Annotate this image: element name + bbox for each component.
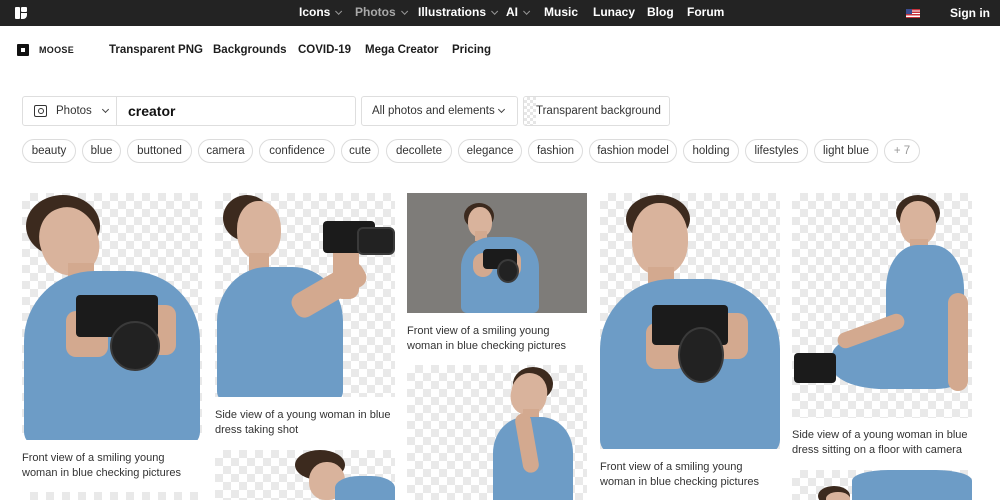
tag-chip[interactable]: cute	[341, 139, 379, 163]
tag-chip[interactable]: holding	[683, 139, 739, 163]
us-flag-icon[interactable]	[906, 9, 920, 18]
top-nav-blog[interactable]: Blog	[647, 5, 674, 19]
result-image[interactable]	[792, 470, 972, 500]
tag-chip[interactable]: elegance	[458, 139, 522, 163]
result-image[interactable]	[215, 450, 395, 500]
tag-chip[interactable]: fashion	[528, 139, 583, 163]
top-nav: Icons Photos Illustrations AI Music Luna…	[0, 0, 1000, 26]
transparent-background-toggle[interactable]: Transparent background	[523, 96, 670, 126]
top-nav-photos[interactable]: Photos	[355, 5, 408, 19]
top-nav-illustrations[interactable]: Illustrations	[418, 5, 499, 19]
chevron-down-icon	[523, 7, 531, 15]
subnav-covid-19[interactable]: COVID-19	[298, 44, 351, 56]
top-nav-icons[interactable]: Icons	[299, 5, 343, 19]
chevron-down-icon	[101, 105, 110, 114]
tag-chip[interactable]: blue	[82, 139, 121, 163]
result-caption: Side view of a young woman in blue dress…	[215, 409, 391, 436]
chevron-down-icon	[491, 7, 499, 15]
subnav-pricing[interactable]: Pricing	[452, 44, 491, 56]
top-nav-label: Icons	[299, 5, 331, 19]
result-image[interactable]	[22, 492, 202, 500]
chevron-down-icon	[497, 105, 506, 114]
result-image[interactable]	[407, 193, 587, 313]
top-nav-ai[interactable]: AI	[506, 5, 531, 19]
more-tags-button[interactable]: + 7	[884, 139, 920, 163]
result-caption: Front view of a smiling young woman in b…	[22, 452, 181, 479]
search-input[interactable]	[128, 101, 348, 121]
filter-dropdown[interactable]: All photos and elements	[361, 96, 518, 126]
top-nav-label: Photos	[355, 5, 396, 19]
tag-chip[interactable]: fashion model	[589, 139, 677, 163]
result-caption: Side view of a young woman in blue dress…	[792, 429, 968, 456]
top-bar: Icons Photos Illustrations AI Music Luna…	[0, 0, 1000, 26]
subnav-transparent-png[interactable]: Transparent PNG	[109, 44, 203, 56]
sign-in-link[interactable]: Sign in	[950, 6, 990, 20]
filter-label: All photos and elements	[372, 105, 495, 117]
result-caption: Front view of a smiling young woman in b…	[600, 461, 759, 488]
top-nav-lunacy[interactable]: Lunacy	[593, 5, 635, 19]
search-type-dropdown[interactable]: Photos	[23, 97, 117, 125]
subnav-backgrounds[interactable]: Backgrounds	[213, 44, 287, 56]
result-image[interactable]	[22, 193, 202, 440]
photo-icon	[34, 105, 47, 117]
result-image[interactable]	[600, 193, 780, 449]
subnav-mega-creator[interactable]: Mega Creator	[365, 44, 439, 56]
result-caption: Front view of a smiling young woman in b…	[407, 325, 566, 352]
moose-logo-icon[interactable]	[17, 44, 29, 56]
top-nav-label: Illustrations	[418, 5, 487, 19]
top-nav-music[interactable]: Music	[544, 5, 578, 19]
result-image[interactable]	[215, 193, 395, 397]
tag-chip[interactable]: camera	[198, 139, 253, 163]
tag-chip[interactable]: buttoned	[127, 139, 192, 163]
checkerboard-icon	[524, 97, 536, 125]
tag-chip[interactable]: beauty	[22, 139, 76, 163]
search-type-label: Photos	[56, 105, 92, 117]
tag-chip[interactable]: decollete	[386, 139, 452, 163]
result-image[interactable]	[792, 193, 972, 418]
search-bar: Photos	[22, 96, 356, 126]
chevron-down-icon	[335, 7, 343, 15]
transparent-background-label: Transparent background	[536, 105, 661, 117]
top-nav-label: AI	[506, 5, 518, 19]
top-nav-forum[interactable]: Forum	[687, 5, 724, 19]
tag-chip[interactable]: light blue	[814, 139, 878, 163]
tag-chip[interactable]: confidence	[259, 139, 335, 163]
tag-chip[interactable]: lifestyles	[745, 139, 808, 163]
moose-brand[interactable]: MOOSE	[39, 45, 74, 55]
result-image[interactable]	[407, 365, 587, 500]
chevron-down-icon	[400, 7, 408, 15]
